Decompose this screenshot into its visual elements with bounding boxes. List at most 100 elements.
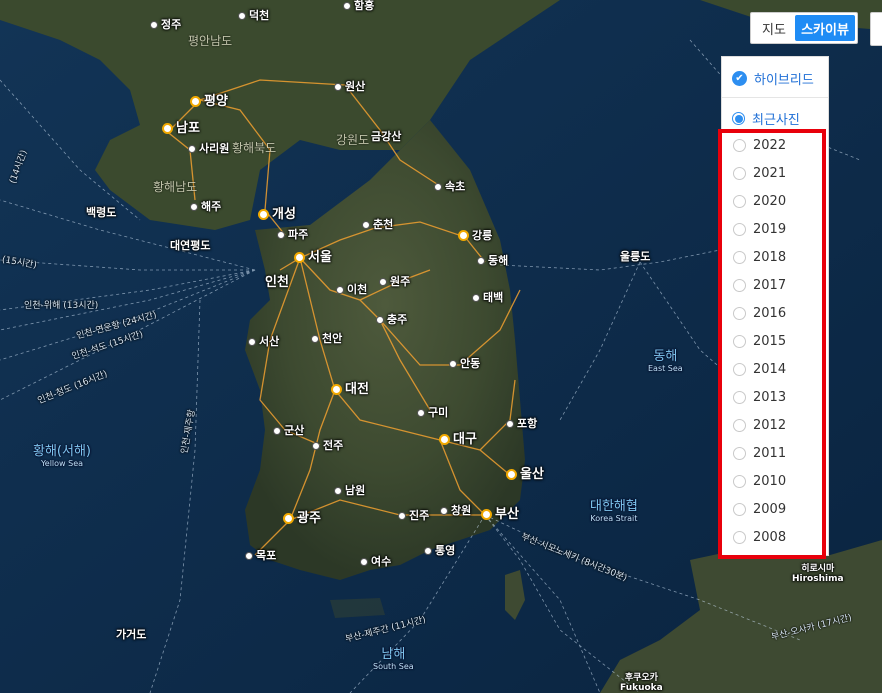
city-label: 덕천	[238, 10, 269, 21]
year-label: 2017	[753, 277, 787, 293]
radio-icon	[733, 446, 746, 460]
year-label: 2018	[753, 249, 787, 265]
city-label: 개성	[258, 208, 296, 221]
city-label: 포항	[506, 418, 537, 429]
sea-label-yellow: 황해(서해) Yellow Sea	[33, 444, 91, 468]
year-list: 2022 2021 2020 2019 2018 2017 2016 2015 2014 2013…	[722, 131, 828, 551]
city-label: 가거도	[116, 628, 147, 641]
year-label: 2011	[753, 445, 787, 461]
sea-label-south: 남해 South Sea	[373, 647, 414, 671]
region-label: 황해북도	[232, 141, 277, 155]
year-option-2010[interactable]: 2010	[722, 467, 828, 495]
year-option-2013[interactable]: 2013	[722, 383, 828, 411]
year-option-2012[interactable]: 2012	[722, 411, 828, 439]
year-option-2016[interactable]: 2016	[722, 299, 828, 327]
recent-photo-option[interactable]: 최근사진	[732, 109, 800, 128]
radio-icon	[733, 502, 746, 516]
city-label: 해주	[190, 201, 221, 212]
map-type-switch: 지도 스카이뷰	[750, 12, 858, 44]
city-label: 창원	[440, 505, 471, 516]
city-label: 백령도	[86, 206, 117, 219]
radio-icon	[733, 474, 746, 488]
city-label: 서울	[294, 251, 332, 264]
city-label: 정주	[150, 19, 181, 30]
year-label: 2015	[753, 333, 787, 349]
year-option-2019[interactable]: 2019	[722, 215, 828, 243]
year-option-2018[interactable]: 2018	[722, 243, 828, 271]
radio-icon	[733, 222, 746, 236]
city-label: 속초	[434, 181, 465, 192]
jeju-area	[330, 598, 385, 618]
city-label: 서산	[248, 336, 279, 347]
year-option-2008[interactable]: 2008	[722, 523, 828, 551]
city-label: 목포	[245, 550, 276, 561]
route-label: 인천-위해 (13시간)	[24, 301, 99, 311]
year-label: 2012	[753, 417, 787, 433]
year-option-2009[interactable]: 2009	[722, 495, 828, 523]
city-label: 전주	[312, 440, 343, 451]
city-label: 원주	[379, 276, 410, 287]
checkmark-icon: ✔	[732, 71, 747, 86]
city-label: 함흥	[343, 0, 374, 11]
region-label: 평안남도	[188, 34, 233, 48]
year-label: 2021	[753, 165, 787, 181]
city-label: 대전	[331, 383, 369, 396]
year-option-2017[interactable]: 2017	[722, 271, 828, 299]
city-label: 파주	[277, 229, 308, 240]
map-view-button[interactable]: 지도	[753, 15, 795, 41]
year-option-2014[interactable]: 2014	[722, 355, 828, 383]
city-label: 군산	[273, 425, 304, 436]
hybrid-option[interactable]: ✔ 하이브리드	[732, 69, 814, 88]
year-option-2011[interactable]: 2011	[722, 439, 828, 467]
year-label: 2013	[753, 389, 787, 405]
year-option-2015[interactable]: 2015	[722, 327, 828, 355]
year-label: 2022	[753, 137, 787, 153]
sea-label-strait: 대한해협 Korea Strait	[590, 499, 638, 523]
city-label: 이천	[336, 284, 367, 295]
year-option-2020[interactable]: 2020	[722, 187, 828, 215]
year-label: 2016	[753, 305, 787, 321]
radio-icon	[733, 530, 746, 544]
city-label: 통영	[424, 545, 455, 556]
sea-label-east: 동해 East Sea	[648, 349, 683, 373]
city-label: 금강산	[371, 130, 402, 143]
city-label: 천안	[311, 333, 342, 344]
radio-icon	[733, 278, 746, 292]
radio-icon	[733, 138, 746, 152]
skyview-button[interactable]: 스카이뷰	[795, 15, 855, 41]
city-label: 대구	[439, 433, 477, 446]
radio-icon	[733, 250, 746, 264]
city-label: 태백	[472, 292, 503, 303]
map-control-button[interactable]	[870, 12, 882, 46]
city-label: 안동	[449, 358, 480, 369]
radio-icon	[733, 390, 746, 404]
radio-icon	[733, 418, 746, 432]
year-label: 2019	[753, 221, 787, 237]
year-option-2022[interactable]: 2022	[722, 131, 828, 159]
year-option-2021[interactable]: 2021	[722, 159, 828, 187]
radio-icon	[733, 306, 746, 320]
divider	[722, 97, 828, 98]
radio-selected-icon	[732, 112, 745, 125]
radio-icon	[733, 194, 746, 208]
city-label: 충주	[376, 314, 407, 325]
city-label: 부산	[481, 508, 519, 521]
city-label: 히로시마 Hiroshima	[792, 564, 844, 584]
city-label: 진주	[398, 510, 429, 521]
year-label: 2014	[753, 361, 787, 377]
city-label: 원산	[334, 81, 365, 92]
city-label: 사리원	[188, 143, 229, 154]
city-label: 광주	[283, 512, 321, 525]
city-label: 인천	[265, 275, 289, 290]
year-label: 2008	[753, 529, 787, 545]
year-label: 2009	[753, 501, 787, 517]
region-label: 황해남도	[153, 180, 198, 194]
city-label: 남포	[162, 122, 200, 135]
city-label: 울릉도	[620, 250, 651, 263]
city-label: 춘천	[362, 219, 393, 230]
city-label: 강릉	[458, 230, 492, 241]
city-label: 남원	[334, 485, 365, 496]
region-label: 강원도	[336, 133, 370, 147]
city-label: 평양	[190, 95, 228, 108]
year-label: 2010	[753, 473, 787, 489]
